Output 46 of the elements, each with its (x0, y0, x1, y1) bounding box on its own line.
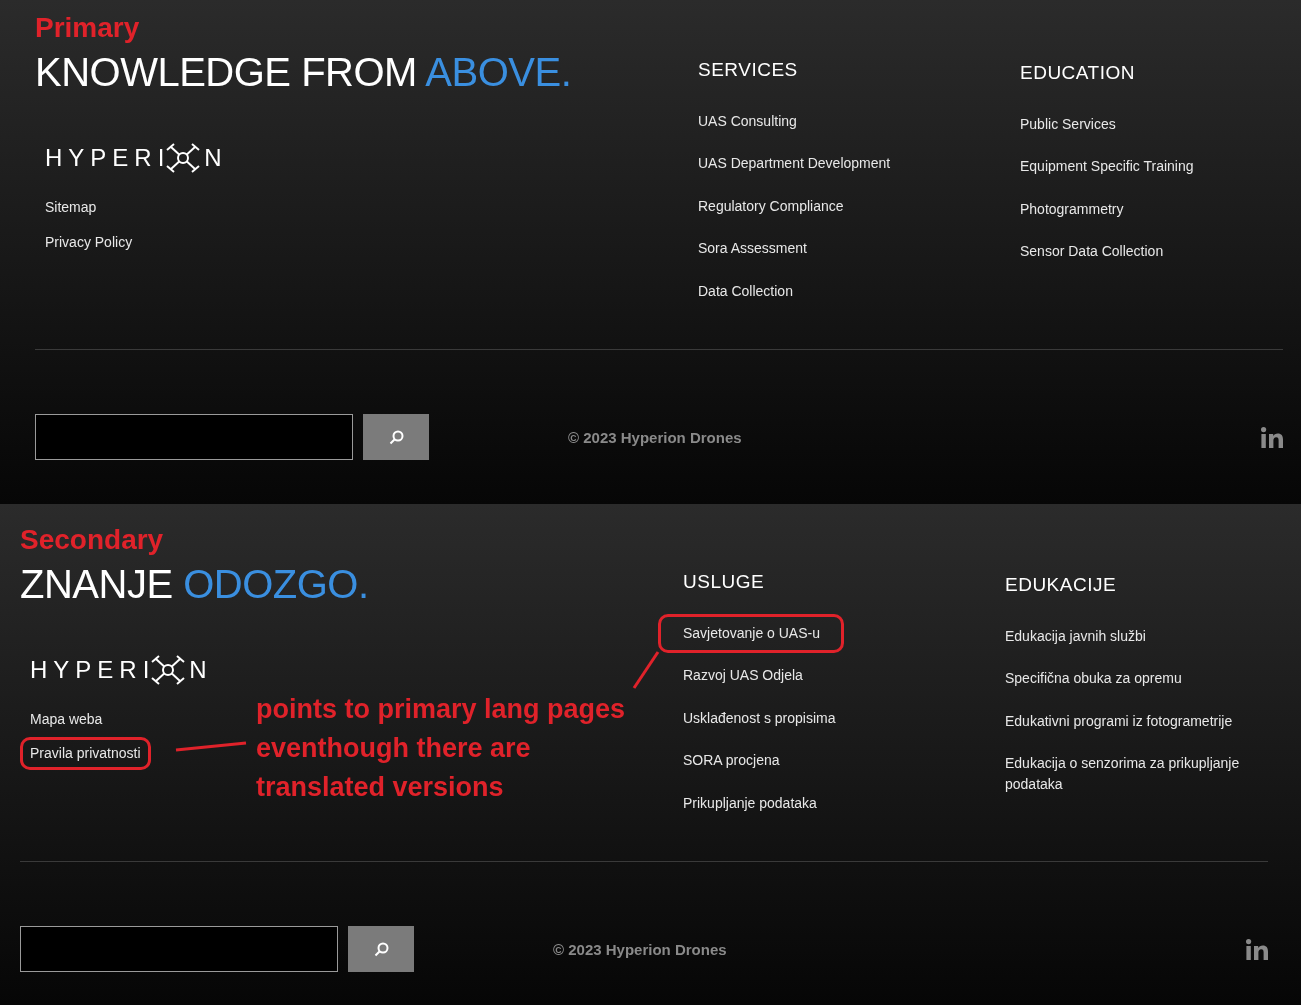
column-heading: EDUKACIJE (1005, 573, 1118, 597)
column-heading: SERVICES (698, 58, 799, 82)
footer-link[interactable]: Edukacija javnih službi (995, 616, 1156, 656)
annotation-label: Secondary (20, 524, 165, 556)
search-field[interactable] (20, 926, 338, 972)
leader-line (632, 650, 660, 690)
logo-text: HYPERI (30, 655, 156, 685)
footer-link[interactable]: Razvoj UAS Odjela (673, 656, 813, 696)
footer-link[interactable]: Savjetovanje o UAS-u (658, 613, 844, 653)
footer-link[interactable]: Sitemap (35, 190, 107, 225)
annotation-note: points to primary lang pages eventhough there are translated versions (256, 693, 627, 804)
annotation-label: Primary (35, 12, 141, 44)
footer-link[interactable]: Edukacija o senzorima za prikupljanje podataka (995, 744, 1273, 805)
copyright-text: © 2023 Hyperion Drones (553, 940, 728, 958)
footer-link[interactable]: Privacy Policy (35, 225, 143, 260)
copyright-text: © 2023 Hyperion Drones (568, 428, 743, 446)
footer-link[interactable]: Photogrammetry (1010, 189, 1134, 229)
footer-link[interactable]: SORA procjena (673, 741, 790, 781)
headline: ZNANJE ODOZGO. (20, 561, 370, 608)
footer-link[interactable]: Mapa weba (20, 702, 113, 737)
logo-text: HYPERI (45, 143, 171, 173)
search-icon (373, 941, 389, 957)
linkedin-icon[interactable] (1246, 938, 1268, 960)
footer-link[interactable]: Usklađenost s propisima (673, 698, 846, 738)
footer-link[interactable]: Sensor Data Collection (1010, 232, 1174, 272)
drone-icon (166, 143, 201, 173)
logo-text: N (204, 143, 228, 173)
linkedin-icon[interactable] (1261, 426, 1283, 448)
footer-link[interactable]: Specifična obuka za opremu (995, 659, 1192, 699)
search-field[interactable] (35, 414, 353, 460)
logo-text: N (189, 655, 213, 685)
footer-link[interactable]: UAS Consulting (688, 101, 807, 141)
footer-link[interactable]: Data Collection (688, 271, 803, 311)
footer-link[interactable]: UAS Department Development (688, 144, 901, 184)
headline: KNOWLEDGE FROM ABOVE. (35, 49, 573, 96)
footer-link[interactable]: Sora Assessment (688, 229, 817, 269)
column-heading: USLUGE (683, 570, 766, 594)
footer-link[interactable]: Regulatory Compliance (688, 186, 854, 226)
column-heading: EDUCATION (1020, 61, 1136, 85)
footer-link[interactable]: Edukativni programi iz fotogrametrije (995, 701, 1243, 741)
footer-link[interactable]: Equipment Specific Training (1010, 147, 1204, 187)
footer-link[interactable]: Pravila privatnosti (20, 737, 151, 770)
footer-link[interactable]: Prikupljanje podataka (673, 783, 827, 823)
search-icon (388, 429, 404, 445)
footer-link[interactable]: Public Services (1010, 104, 1126, 144)
drone-icon (151, 655, 186, 685)
